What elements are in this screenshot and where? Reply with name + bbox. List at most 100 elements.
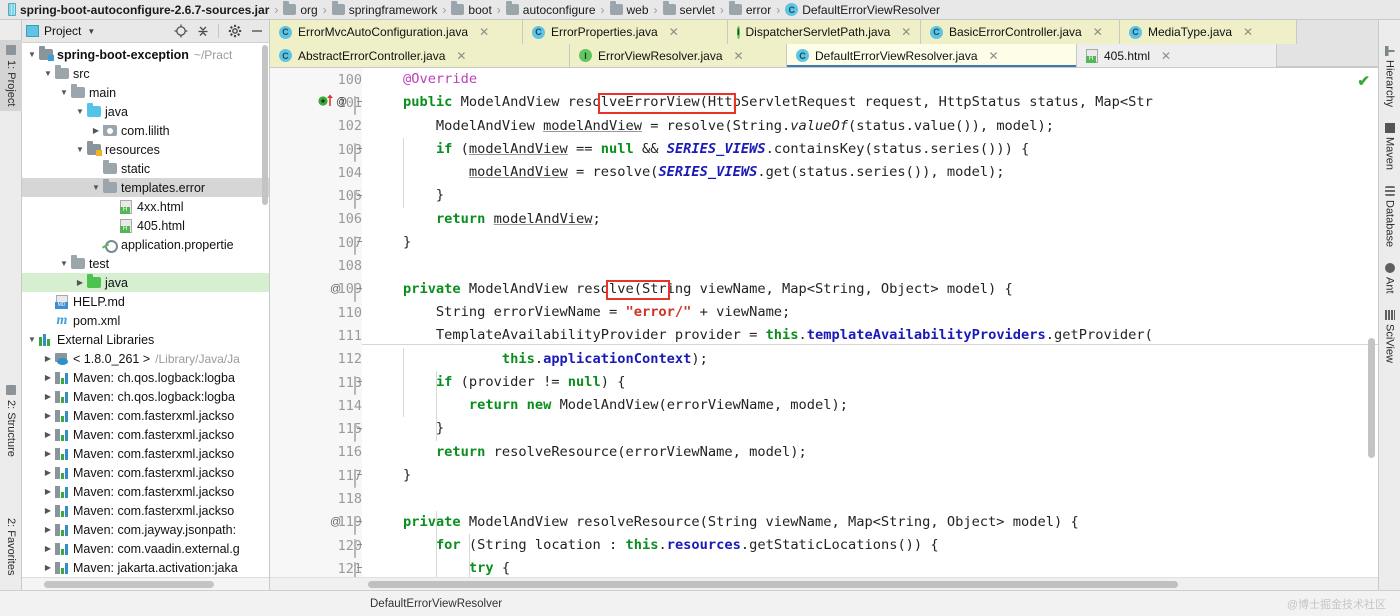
tree-toggle-icon[interactable]: [26, 335, 38, 344]
editor-vscroll-thumb[interactable]: [1368, 338, 1375, 458]
code-viewport[interactable]: @Override public ModelAndView resolveErr…: [362, 68, 1378, 577]
tree-toggle-icon[interactable]: [42, 449, 54, 458]
editor-tab-row-2[interactable]: C AbstractErrorController.java ✕ I ErrorView…: [270, 44, 1378, 68]
tree-node[interactable]: HELP.md: [22, 292, 269, 311]
editor-tab[interactable]: C ErrorProperties.java ✕: [523, 20, 728, 44]
tree-node[interactable]: External Libraries: [22, 330, 269, 349]
editor-tab-row-1[interactable]: C ErrorMvcAutoConfiguration.java ✕ C ErrorPr…: [270, 20, 1378, 44]
gear-icon[interactable]: [226, 23, 243, 40]
close-icon[interactable]: ✕: [989, 49, 999, 63]
right-tab-hierarchy[interactable]: Hierarchy: [1384, 46, 1396, 107]
editor-hscroll-thumb[interactable]: [368, 581, 1178, 588]
tree-toggle-icon[interactable]: [26, 50, 38, 59]
tree-toggle-icon[interactable]: [42, 487, 54, 496]
tree-node[interactable]: < 1.8.0_261 > /Library/Java/Ja: [22, 349, 269, 368]
project-tree[interactable]: spring-boot-exception ~/Pract src main java c…: [22, 43, 269, 577]
tree-node[interactable]: Maven: jakarta.activation:jaka: [22, 558, 269, 577]
close-icon[interactable]: ✕: [1243, 25, 1253, 39]
tree-toggle-icon[interactable]: [42, 506, 54, 515]
annotation-marker-icon[interactable]: @: [330, 283, 341, 295]
tree-node[interactable]: 4xx.html: [22, 197, 269, 216]
project-tree-scrollbar[interactable]: [262, 45, 268, 205]
tree-node[interactable]: Maven: ch.qos.logback:logba: [22, 387, 269, 406]
breadcrumb-item[interactable]: servlet: [661, 1, 717, 17]
tree-node[interactable]: resources: [22, 140, 269, 159]
right-tab-ant[interactable]: Ant: [1384, 263, 1396, 294]
tree-node[interactable]: Maven: com.jayway.jsonpath:: [22, 520, 269, 539]
tree-toggle-icon[interactable]: [42, 544, 54, 553]
editor-tab[interactable]: 405.html ✕: [1077, 44, 1277, 67]
tree-toggle-icon[interactable]: [42, 354, 54, 363]
locate-icon[interactable]: [172, 23, 189, 40]
close-icon[interactable]: ✕: [901, 25, 911, 39]
tree-node[interactable]: Maven: com.vaadin.external.g: [22, 539, 269, 558]
right-tab-database[interactable]: Database: [1384, 186, 1396, 247]
sidebar-item-favorites[interactable]: 2: Favorites: [0, 513, 22, 580]
sidebar-item-structure[interactable]: 2: Structure: [0, 380, 22, 462]
sidebar-item-project[interactable]: 1: Project: [0, 40, 22, 112]
close-icon[interactable]: ✕: [479, 25, 489, 39]
tree-toggle-icon[interactable]: [42, 525, 54, 534]
tree-toggle-icon[interactable]: [42, 563, 54, 572]
editor-gutter[interactable]: 100 101 @ 102 103 104 105 106 107 108 109 @ 110 111 11…: [270, 68, 362, 577]
tree-node[interactable]: main: [22, 83, 269, 102]
tree-node[interactable]: static: [22, 159, 269, 178]
tree-node[interactable]: Maven: com.fasterxml.jackso: [22, 406, 269, 425]
breadcrumb-item[interactable]: boot: [449, 1, 493, 17]
tree-node[interactable]: 405.html: [22, 216, 269, 235]
tree-node[interactable]: Maven: com.fasterxml.jackso: [22, 482, 269, 501]
tree-toggle-icon[interactable]: [42, 468, 54, 477]
minimize-icon[interactable]: [248, 23, 265, 40]
tree-node[interactable]: spring-boot-exception ~/Pract: [22, 45, 269, 64]
tree-node[interactable]: test: [22, 254, 269, 273]
close-icon[interactable]: ✕: [1093, 25, 1103, 39]
tree-toggle-icon[interactable]: [42, 430, 54, 439]
editor-tab[interactable]: C MediaType.java ✕: [1120, 20, 1297, 44]
editor-tab[interactable]: C ErrorMvcAutoConfiguration.java ✕: [270, 20, 523, 44]
tree-node[interactable]: Maven: com.fasterxml.jackso: [22, 463, 269, 482]
tree-toggle-icon[interactable]: [42, 69, 54, 78]
breadcrumb-item[interactable]: springframework: [330, 1, 440, 17]
tree-toggle-icon[interactable]: [74, 145, 86, 154]
tree-node[interactable]: src: [22, 64, 269, 83]
editor-tab[interactable]: I DispatcherServletPath.java ✕: [728, 20, 921, 44]
breadcrumb-item[interactable]: C DefaultErrorViewResolver: [783, 3, 942, 17]
annotation-marker-icon[interactable]: @: [330, 516, 341, 528]
editor-tab[interactable]: C BasicErrorController.java ✕: [921, 20, 1120, 44]
tree-toggle-icon[interactable]: [58, 88, 70, 97]
tree-node[interactable]: java: [22, 273, 269, 292]
tree-node[interactable]: com.lilith: [22, 121, 269, 140]
tree-toggle-icon[interactable]: [90, 126, 102, 135]
breadcrumb-item[interactable]: spring-boot-autoconfigure-2.6.7-sources.…: [6, 3, 271, 17]
tree-toggle-icon[interactable]: [42, 411, 54, 420]
tree-node[interactable]: java: [22, 102, 269, 121]
override-marker-icon[interactable]: @: [318, 94, 348, 111]
project-hscroll-thumb[interactable]: [44, 581, 214, 588]
close-icon[interactable]: ✕: [1161, 49, 1171, 63]
tree-node[interactable]: application.propertie: [22, 235, 269, 254]
close-icon[interactable]: ✕: [456, 49, 466, 63]
right-tab-sciview[interactable]: SciView: [1384, 309, 1396, 363]
tree-toggle-icon[interactable]: [90, 183, 102, 192]
tree-toggle-icon[interactable]: [42, 373, 54, 382]
tree-node[interactable]: Maven: com.fasterxml.jackso: [22, 444, 269, 463]
tree-node[interactable]: templates.error: [22, 178, 269, 197]
tree-toggle-icon[interactable]: [42, 392, 54, 401]
editor-tab[interactable]: C DefaultErrorViewResolver.java ✕: [787, 44, 1077, 67]
editor-tab[interactable]: I ErrorViewResolver.java ✕: [570, 44, 787, 67]
close-icon[interactable]: ✕: [734, 49, 744, 63]
tree-node[interactable]: Maven: com.fasterxml.jackso: [22, 501, 269, 520]
editor-tab[interactable]: C AbstractErrorController.java ✕: [270, 44, 570, 67]
tree-toggle-icon[interactable]: [74, 107, 86, 116]
chevron-down-icon[interactable]: ▼: [87, 27, 95, 36]
collapse-all-icon[interactable]: [194, 23, 211, 40]
breadcrumb-item[interactable]: web: [608, 1, 651, 17]
tree-node[interactable]: Maven: ch.qos.logback:logba: [22, 368, 269, 387]
tree-node[interactable]: Maven: com.fasterxml.jackso: [22, 425, 269, 444]
breadcrumb-item[interactable]: error: [727, 1, 773, 17]
tree-node[interactable]: m pom.xml: [22, 311, 269, 330]
tree-toggle-icon[interactable]: [74, 278, 86, 287]
breadcrumb-item[interactable]: org: [281, 1, 319, 17]
editor-body[interactable]: 100 101 @ 102 103 104 105 106 107 108 109 @ 110 111 11…: [270, 68, 1378, 577]
breadcrumb-item[interactable]: autoconfigure: [504, 1, 598, 17]
